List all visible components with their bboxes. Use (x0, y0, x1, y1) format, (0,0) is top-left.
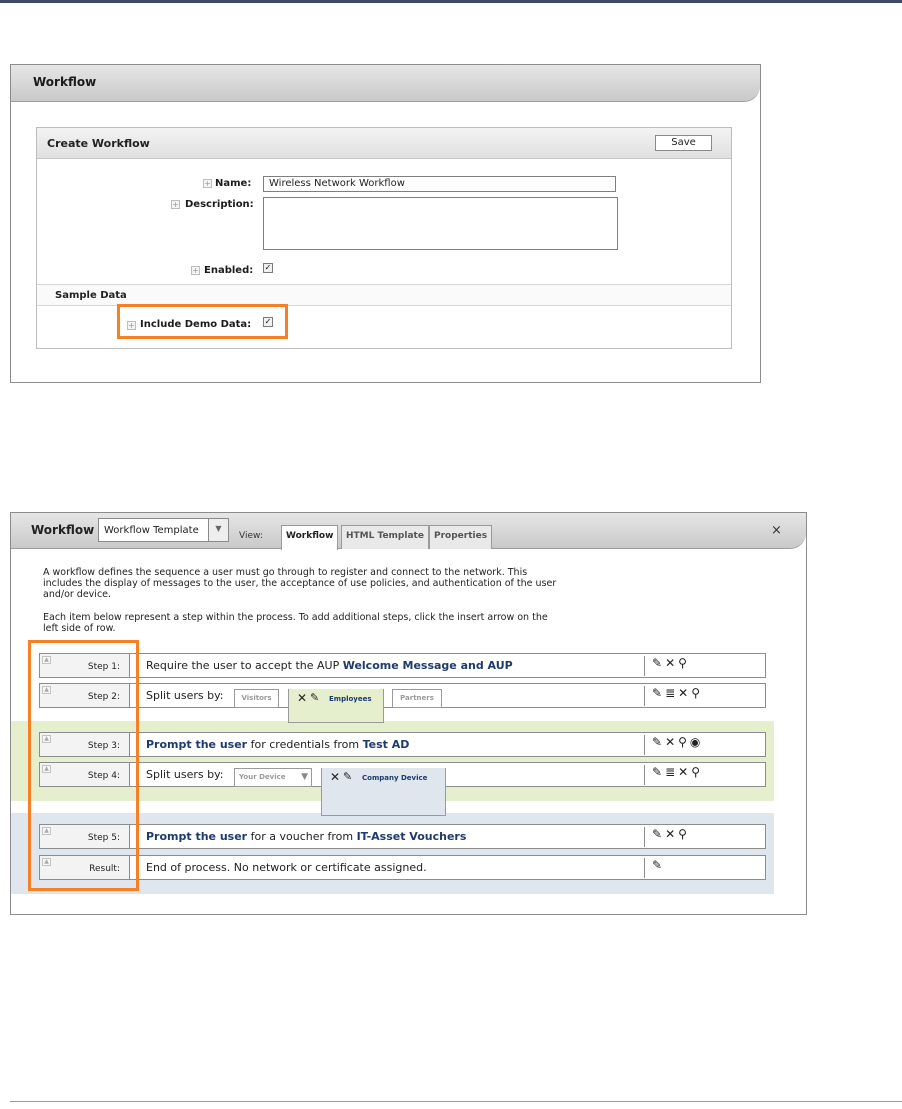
top-rule (0, 0, 902, 3)
panel-header: Workflow Workflow Template ▼ View: Workf… (11, 513, 806, 550)
panel-title: Workflow (31, 523, 95, 537)
desc-line: left side of row. (43, 623, 116, 634)
view-label: View: (239, 531, 263, 541)
tab-html-template[interactable]: HTML Template (341, 525, 429, 549)
description-label: Description: (185, 199, 254, 210)
step-text: Prompt the user for a voucher from IT-As… (146, 830, 466, 843)
step-text: Split users by: (146, 689, 224, 702)
panel-title: Workflow (33, 75, 97, 89)
segment-label: Employees (329, 695, 372, 703)
dropdown-arrow-icon[interactable]: ▼ (208, 519, 228, 541)
workflow-step-row[interactable]: ▲ Step 3: Prompt the user for credential… (39, 732, 766, 757)
workflow-step-row[interactable]: ▲ Step 5: Prompt the user for a voucher … (39, 824, 766, 849)
delete-icon[interactable]: ✕ (330, 770, 340, 784)
step-actions: ✎ ✕ ⚲ ◉ (644, 735, 703, 755)
search-icon[interactable]: ⚲ (678, 735, 687, 749)
bottom-rule (10, 1101, 902, 1102)
form-title: Create Workflow (47, 137, 150, 150)
segment-employees[interactable]: ✕ ✎ Employees (288, 689, 384, 723)
description-paragraph: A workflow defines the sequence a user m… (43, 567, 556, 600)
step-actions: ✎ ≣ ✕ ⚲ (644, 765, 703, 785)
edit-icon[interactable]: ✎ (652, 858, 662, 872)
step-actions: ✎ ✕ ⚲ (644, 656, 690, 676)
panel-header: Workflow (11, 65, 760, 102)
step-text-plain: for a voucher from (247, 830, 357, 843)
segment-visitors[interactable]: Visitors (234, 689, 279, 708)
step-actions: ✎ ✕ ⚲ (644, 827, 690, 847)
description-textarea[interactable] (263, 197, 618, 250)
search-icon[interactable]: ⚲ (678, 827, 687, 841)
step-text: Require the user to accept the AUP Welco… (146, 659, 513, 672)
step-actions: ✎ (644, 858, 665, 878)
name-label: Name: (215, 178, 252, 189)
highlight-box (117, 304, 288, 339)
save-button[interactable]: Save (655, 135, 712, 151)
segment-company-device[interactable]: ✕ ✎ Company Device (321, 768, 446, 816)
expand-plus-icon[interactable]: + (203, 179, 212, 188)
sample-data-section: Sample Data (37, 284, 731, 306)
close-icon[interactable]: × (771, 523, 782, 538)
form-header: Create Workflow Save (37, 128, 731, 159)
workflow-step-row[interactable]: ▲ Step 1: Require the user to accept the… (39, 653, 766, 678)
instructions-paragraph: Each item below represent a step within … (43, 612, 548, 634)
name-input[interactable]: Wireless Network Workflow (263, 176, 616, 192)
step-link[interactable]: IT-Asset Vouchers (357, 830, 467, 843)
edit-icon[interactable]: ✎ (310, 691, 319, 704)
delete-icon[interactable]: ✕ (678, 686, 688, 700)
desc-line: includes the display of messages to the … (43, 578, 557, 589)
step-text-plain: Require the user to accept the AUP (146, 659, 343, 672)
search-icon[interactable]: ⚲ (691, 765, 700, 779)
delete-icon[interactable]: ✕ (665, 735, 675, 749)
play-icon[interactable]: ◉ (690, 735, 700, 749)
enabled-checkbox[interactable]: ✓ (263, 263, 273, 273)
workflow-editor-panel: Workflow Workflow Template ▼ View: Workf… (10, 512, 807, 915)
step-link[interactable]: Prompt the user (146, 738, 247, 751)
step-text-plain: for credentials from (247, 738, 363, 751)
delete-icon[interactable]: ✕ (297, 691, 307, 705)
desc-line: Each item below represent a step within … (43, 612, 548, 623)
segment-partners[interactable]: Partners (392, 689, 442, 708)
segment-your-device[interactable]: Your Device ▼ (234, 768, 312, 787)
edit-icon[interactable]: ✎ (652, 686, 662, 700)
enabled-label: Enabled: (204, 265, 254, 276)
search-icon[interactable]: ⚲ (691, 686, 700, 700)
delete-icon[interactable]: ✕ (665, 827, 675, 841)
search-icon[interactable]: ⚲ (678, 656, 687, 670)
expand-plus-icon[interactable]: + (191, 266, 200, 275)
tab-workflow[interactable]: Workflow (281, 525, 339, 550)
step-actions: ✎ ≣ ✕ ⚲ (644, 686, 703, 706)
edit-icon[interactable]: ✎ (652, 735, 662, 749)
desc-line: and/or device. (43, 589, 112, 600)
section-title: Sample Data (55, 290, 127, 301)
dropdown-arrow-icon: ▼ (301, 772, 308, 782)
step-link[interactable]: Test AD (363, 738, 410, 751)
step-link[interactable]: Welcome Message and AUP (343, 659, 513, 672)
desc-line: A workflow defines the sequence a user m… (43, 567, 528, 578)
workflow-panel: Workflow Create Workflow Save + Name: Wi… (10, 64, 761, 383)
tab-properties[interactable]: Properties (429, 525, 493, 549)
step-link[interactable]: Prompt the user (146, 830, 247, 843)
template-select[interactable]: Workflow Template ▼ (98, 518, 229, 542)
workflow-result-row[interactable]: ▲ Result: End of process. No network or … (39, 855, 766, 880)
list-icon[interactable]: ≣ (665, 765, 675, 779)
edit-icon[interactable]: ✎ (652, 827, 662, 841)
expand-plus-icon[interactable]: + (171, 200, 180, 209)
segment-label: Your Device (239, 773, 286, 781)
step-text: Prompt the user for credentials from Tes… (146, 738, 409, 751)
edit-icon[interactable]: ✎ (343, 770, 352, 783)
edit-icon[interactable]: ✎ (652, 765, 662, 779)
step-text: Split users by: (146, 768, 224, 781)
delete-icon[interactable]: ✕ (678, 765, 688, 779)
edit-icon[interactable]: ✎ (652, 656, 662, 670)
highlight-box (28, 640, 139, 891)
delete-icon[interactable]: ✕ (665, 656, 675, 670)
list-icon[interactable]: ≣ (665, 686, 675, 700)
step-text: End of process. No network or certificat… (146, 861, 427, 874)
segment-label: Company Device (362, 774, 428, 782)
template-select-value: Workflow Template (104, 525, 199, 536)
